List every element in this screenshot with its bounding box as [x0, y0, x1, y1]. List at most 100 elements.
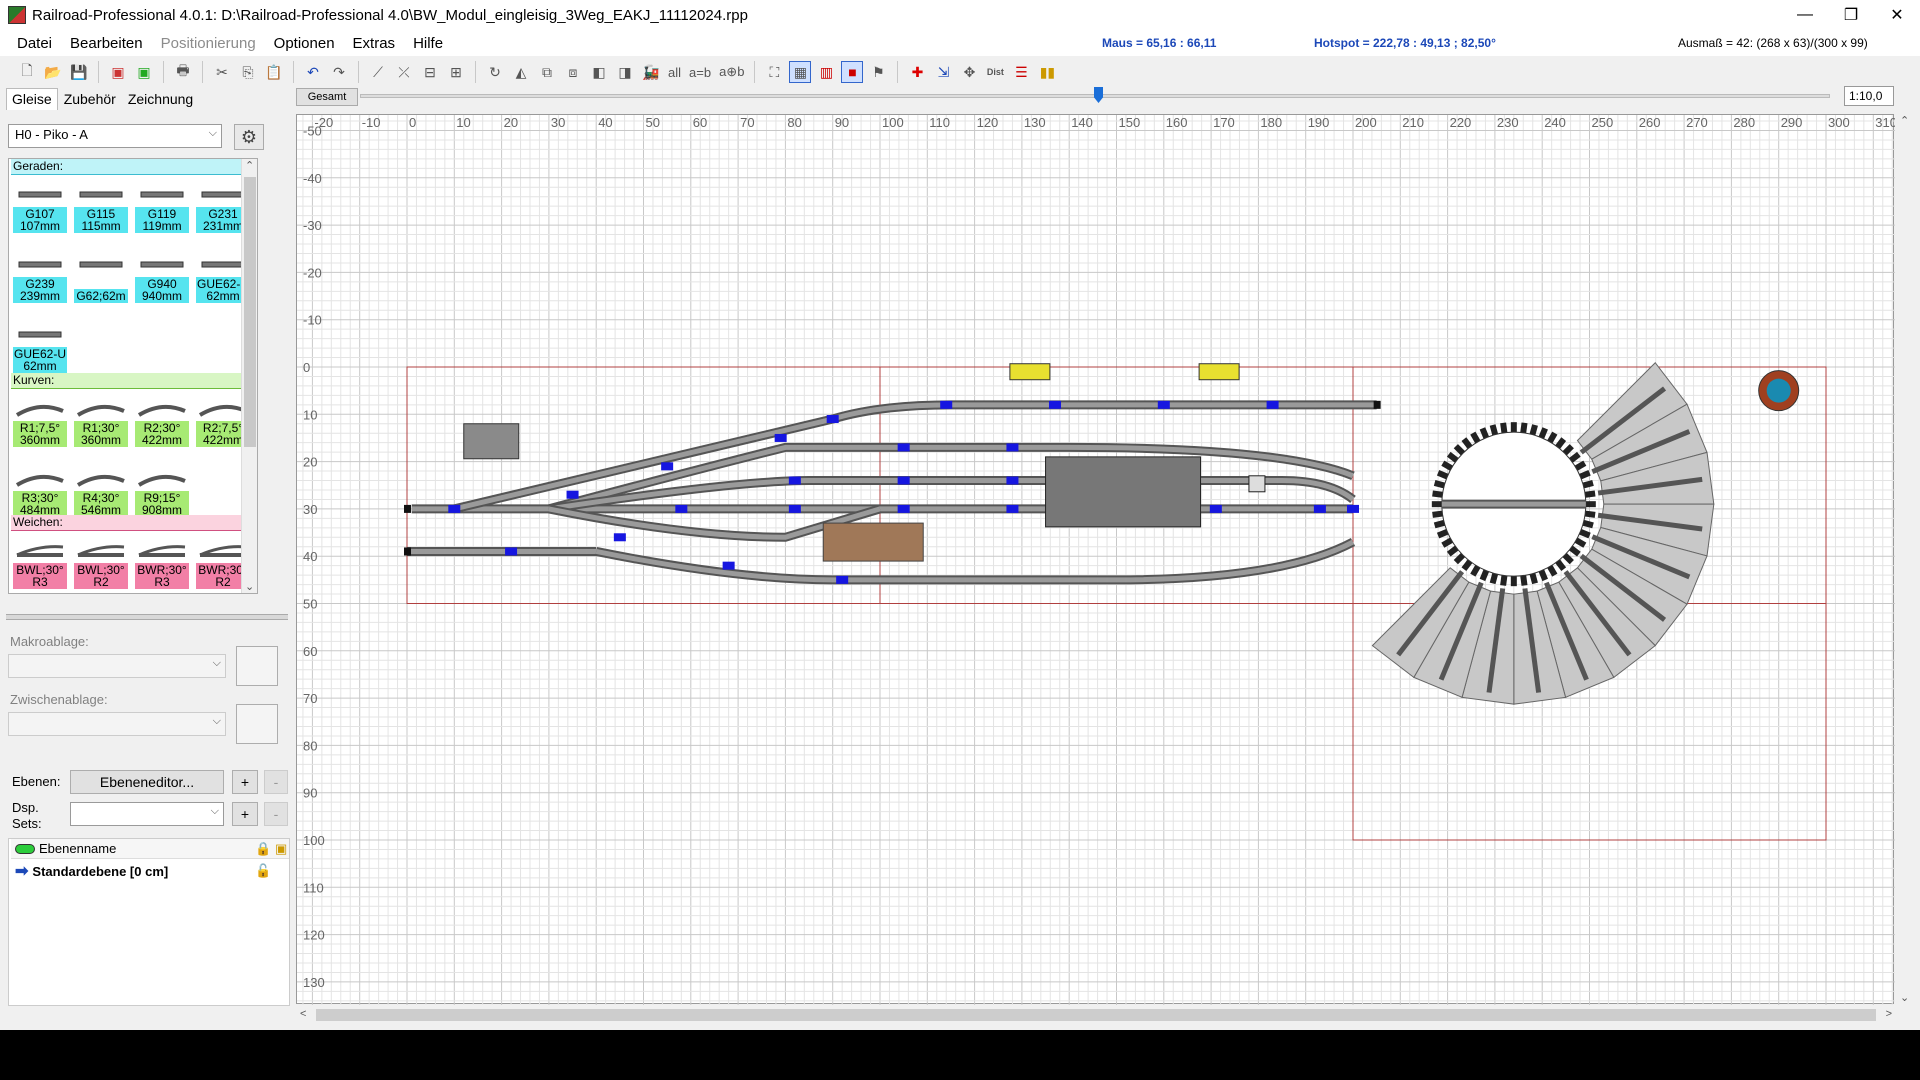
scroll-left-icon[interactable]: < — [300, 1008, 306, 1020]
layout-canvas[interactable]: -20 -10 0 10 20 30 40 50 60 70 80 90 100 110 120 130 140… — [296, 114, 1912, 1005]
catalog-item-straight[interactable]: G107 107mm — [11, 177, 69, 235]
snap-icon[interactable]: ⇲ — [932, 61, 954, 83]
rotate-icon[interactable]: ↻ — [484, 61, 506, 83]
menu-bearbeiten[interactable]: Bearbeiten — [61, 35, 152, 52]
scroll-up-icon[interactable]: ⌃ — [245, 159, 254, 172]
group-icon[interactable]: ⧉ — [536, 61, 558, 83]
open-folder-icon[interactable]: 📂 — [42, 61, 64, 83]
redo-icon[interactable]: ↷ — [328, 61, 350, 83]
tab-gleise[interactable]: Gleise — [6, 88, 58, 110]
ebenen-label: Ebenen: — [12, 774, 61, 789]
scale-field[interactable]: 1:10,0 — [1844, 86, 1894, 106]
tab-zubehoer[interactable]: Zubehör — [58, 88, 122, 110]
makro-drop-box[interactable] — [236, 646, 278, 686]
catalog-item-straight[interactable]: G119 119mm — [133, 177, 191, 235]
statistics-icon[interactable]: ▮▮ — [1036, 61, 1058, 83]
ungroup-icon[interactable]: ⧈ — [562, 61, 584, 83]
catalog-scroll-thumb[interactable] — [244, 177, 256, 447]
catalog-item-curve[interactable]: R9;15° 908mm — [133, 461, 191, 519]
grid-icon[interactable]: ▦ — [789, 61, 812, 83]
menu-optionen[interactable]: Optionen — [265, 35, 344, 52]
vertical-scrollbar[interactable]: ⌃ ⌄ — [1896, 114, 1914, 1004]
catalog-item-switch[interactable]: BWL;30° R2 — [72, 533, 130, 591]
print-icon[interactable]: 🖶 — [172, 61, 194, 83]
menu-extras[interactable]: Extras — [344, 35, 405, 52]
minimize-button[interactable]: — — [1782, 0, 1828, 30]
catalog-item-curve[interactable]: R3;30° 484mm — [11, 461, 69, 519]
zwischen-drop-box[interactable] — [236, 704, 278, 744]
straight-track-icon — [76, 189, 126, 201]
front-icon[interactable]: ◧ — [588, 61, 610, 83]
restore-button[interactable]: ❐ — [1828, 0, 1874, 30]
copy-icon[interactable]: ⎘ — [237, 61, 259, 83]
catalog-item-curve[interactable]: R2;30° 422mm — [133, 391, 191, 449]
catalog-item-curve[interactable]: R1;30° 360mm — [72, 391, 130, 449]
export-icon[interactable]: ▣ — [107, 61, 129, 83]
catalog-scrollbar[interactable]: ⌃ ⌄ — [241, 159, 257, 593]
dsp-sets-select[interactable]: ⌵ — [70, 802, 224, 826]
x-ruler-label: 40 — [598, 115, 612, 130]
track-connector — [661, 462, 674, 471]
catalog-item-label: G239 239mm — [13, 277, 67, 303]
menu-hilfe[interactable]: Hilfe — [404, 35, 452, 52]
crosshair-icon[interactable]: ✚ — [906, 61, 928, 83]
horizontal-scroll-thumb[interactable] — [316, 1009, 1876, 1021]
catalog-item-straight[interactable]: G62;62m — [72, 247, 130, 305]
catalog-item-switch[interactable]: BWR;30° R3 — [133, 533, 191, 591]
makro-select[interactable]: ⌵ — [8, 654, 226, 678]
catalog-item-straight[interactable]: G239 239mm — [11, 247, 69, 305]
track-plan[interactable]: -20 -10 0 10 20 30 40 50 60 70 80 90 100 110 120 130 140… — [297, 115, 1912, 1005]
add-layer-button[interactable]: + — [232, 770, 258, 794]
align-right-icon[interactable]: ⊞ — [445, 61, 467, 83]
train-icon[interactable]: 🚂 — [640, 61, 662, 83]
catalog-item-straight[interactable]: G940 940mm — [133, 247, 191, 305]
item-length: 940mm — [141, 289, 182, 303]
gesamt-button[interactable]: Gesamt — [296, 88, 358, 106]
move-icon[interactable]: ✥ — [958, 61, 980, 83]
catalog-item-straight[interactable]: GUE62-U 62mm — [11, 317, 69, 375]
track-icon[interactable]: ▥ — [815, 61, 837, 83]
remove-layer-button[interactable]: - — [264, 770, 288, 794]
catalog-item-curve[interactable]: R1;7,5° 360mm — [11, 391, 69, 449]
remove-dsp-button[interactable]: - — [264, 802, 288, 826]
zoom-fit-icon[interactable]: ⛶ — [763, 61, 785, 83]
add-dsp-button[interactable]: + — [232, 802, 258, 826]
align-left-icon[interactable]: ⊟ — [419, 61, 441, 83]
ebeneneditor-button[interactable]: Ebeneneditor... — [70, 770, 224, 794]
settings-button[interactable]: ⚙ — [234, 124, 264, 150]
new-file-icon[interactable]: 🗋 — [16, 61, 38, 83]
menu-datei[interactable]: Datei — [8, 35, 61, 52]
catalog-item-curve[interactable]: R4;30° 546mm — [72, 461, 130, 519]
tab-zeichnung[interactable]: Zeichnung — [122, 88, 199, 110]
back-icon[interactable]: ◨ — [614, 61, 636, 83]
distance-icon[interactable]: Dist — [984, 61, 1006, 83]
horizontal-scrollbar[interactable]: < > — [296, 1006, 1896, 1024]
menu-positionierung[interactable]: Positionierung — [152, 35, 265, 52]
scroll-right-icon[interactable]: > — [1886, 1008, 1892, 1020]
ab2-button[interactable]: a⊕b — [717, 61, 746, 83]
scroll-up-icon[interactable]: ⌃ — [1900, 114, 1909, 127]
mirror-icon[interactable]: ◭ — [510, 61, 532, 83]
save-icon[interactable]: 💾 — [68, 61, 90, 83]
ab-button[interactable]: a=b — [687, 61, 713, 83]
undo-icon[interactable]: ↶ — [302, 61, 324, 83]
panel-splitter[interactable] — [6, 614, 288, 620]
measure-icon[interactable]: ⚑ — [867, 61, 889, 83]
library-select[interactable]: H0 - Piko - A ⌵ — [8, 124, 222, 148]
list-icon[interactable]: ☰ — [1010, 61, 1032, 83]
zwischen-select[interactable]: ⌵ — [8, 712, 226, 736]
catalog-item-straight[interactable]: G115 115mm — [72, 177, 130, 235]
cut-icon[interactable]: ✂ — [211, 61, 233, 83]
disconnect-icon[interactable]: ⤫ — [393, 61, 415, 83]
all-button[interactable]: all — [666, 61, 683, 83]
scroll-down-icon[interactable]: ⌄ — [245, 580, 254, 593]
layer-color-icon[interactable]: ■ — [841, 61, 864, 83]
catalog-item-switch[interactable]: BWL;30° R3 — [11, 533, 69, 591]
close-button[interactable]: ✕ — [1874, 0, 1920, 30]
connect-icon[interactable]: ⟋ — [367, 61, 389, 83]
paste-icon[interactable]: 📋 — [263, 61, 285, 83]
scroll-down-icon[interactable]: ⌄ — [1900, 991, 1909, 1004]
layer-row-standard[interactable]: ➡ Standardebene [0 cm] 🔓 — [11, 861, 271, 881]
unlock-icon[interactable]: 🔓 — [255, 863, 271, 879]
import-icon[interactable]: ▣ — [133, 61, 155, 83]
